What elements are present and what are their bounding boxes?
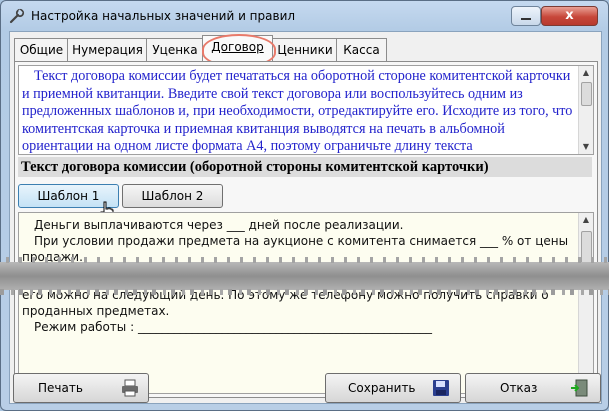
section-title: Текст договора комиссии (оборотной сторо… (18, 157, 592, 177)
floppy-icon (433, 380, 449, 396)
save-button[interactable]: Сохранить (325, 373, 461, 403)
tab-general[interactable]: Общие (14, 38, 69, 61)
tab-price-tags[interactable]: Ценники (272, 38, 338, 61)
print-button[interactable]: Печать (13, 373, 149, 403)
contract-text-editor[interactable]: Деньги выплачиваются через ___ дней посл… (18, 212, 594, 394)
torn-overlay (0, 257, 609, 295)
scroll-thumb[interactable] (581, 82, 592, 106)
save-label: Сохранить (348, 381, 416, 395)
info-scrollbar[interactable]: ▲ ▼ (578, 66, 593, 154)
scroll-up-icon[interactable]: ▲ (579, 66, 593, 80)
cancel-button[interactable]: Отказ (465, 373, 601, 403)
tab-numbering[interactable]: Нумерация (67, 38, 148, 61)
info-text-box[interactable]: Текст договора комиссии будет печататься… (18, 65, 594, 155)
minimize-button[interactable] (511, 6, 541, 26)
exit-door-icon (571, 379, 588, 397)
minimize-icon (521, 18, 531, 20)
contract-line: Режим работы : _________________________… (34, 320, 432, 334)
printer-icon (122, 379, 138, 397)
cancel-label: Отказ (500, 381, 538, 395)
template-2-button[interactable]: Шаблон 2 (122, 184, 223, 208)
tools-icon (9, 8, 25, 24)
client-area: Общие Нумерация Уценка Договор Ценники К… (9, 31, 602, 404)
contract-scrollbar[interactable]: ▲ ▼ (578, 213, 593, 393)
tab-cash-register[interactable]: Касса (336, 38, 387, 61)
title-bar[interactable]: Настройка начальных значений и правил x (1, 1, 608, 31)
tab-markdown[interactable]: Уценка (146, 38, 204, 61)
print-label: Печать (38, 381, 83, 395)
scroll-up-icon[interactable]: ▲ (579, 213, 593, 227)
tab-contract[interactable]: Договор (202, 35, 273, 62)
contract-tab-panel: Текст договора комиссии будет печататься… (14, 61, 598, 398)
window-title: Настройка начальных значений и правил (31, 9, 296, 23)
info-text: Текст договора комиссии будет печататься… (22, 68, 573, 155)
close-button[interactable]: x (541, 6, 598, 26)
scroll-down-icon[interactable]: ▼ (579, 140, 593, 154)
contract-line: Деньги выплачиваются через ___ дней посл… (34, 218, 404, 232)
settings-window: Настройка начальных значений и правил x … (0, 0, 609, 411)
